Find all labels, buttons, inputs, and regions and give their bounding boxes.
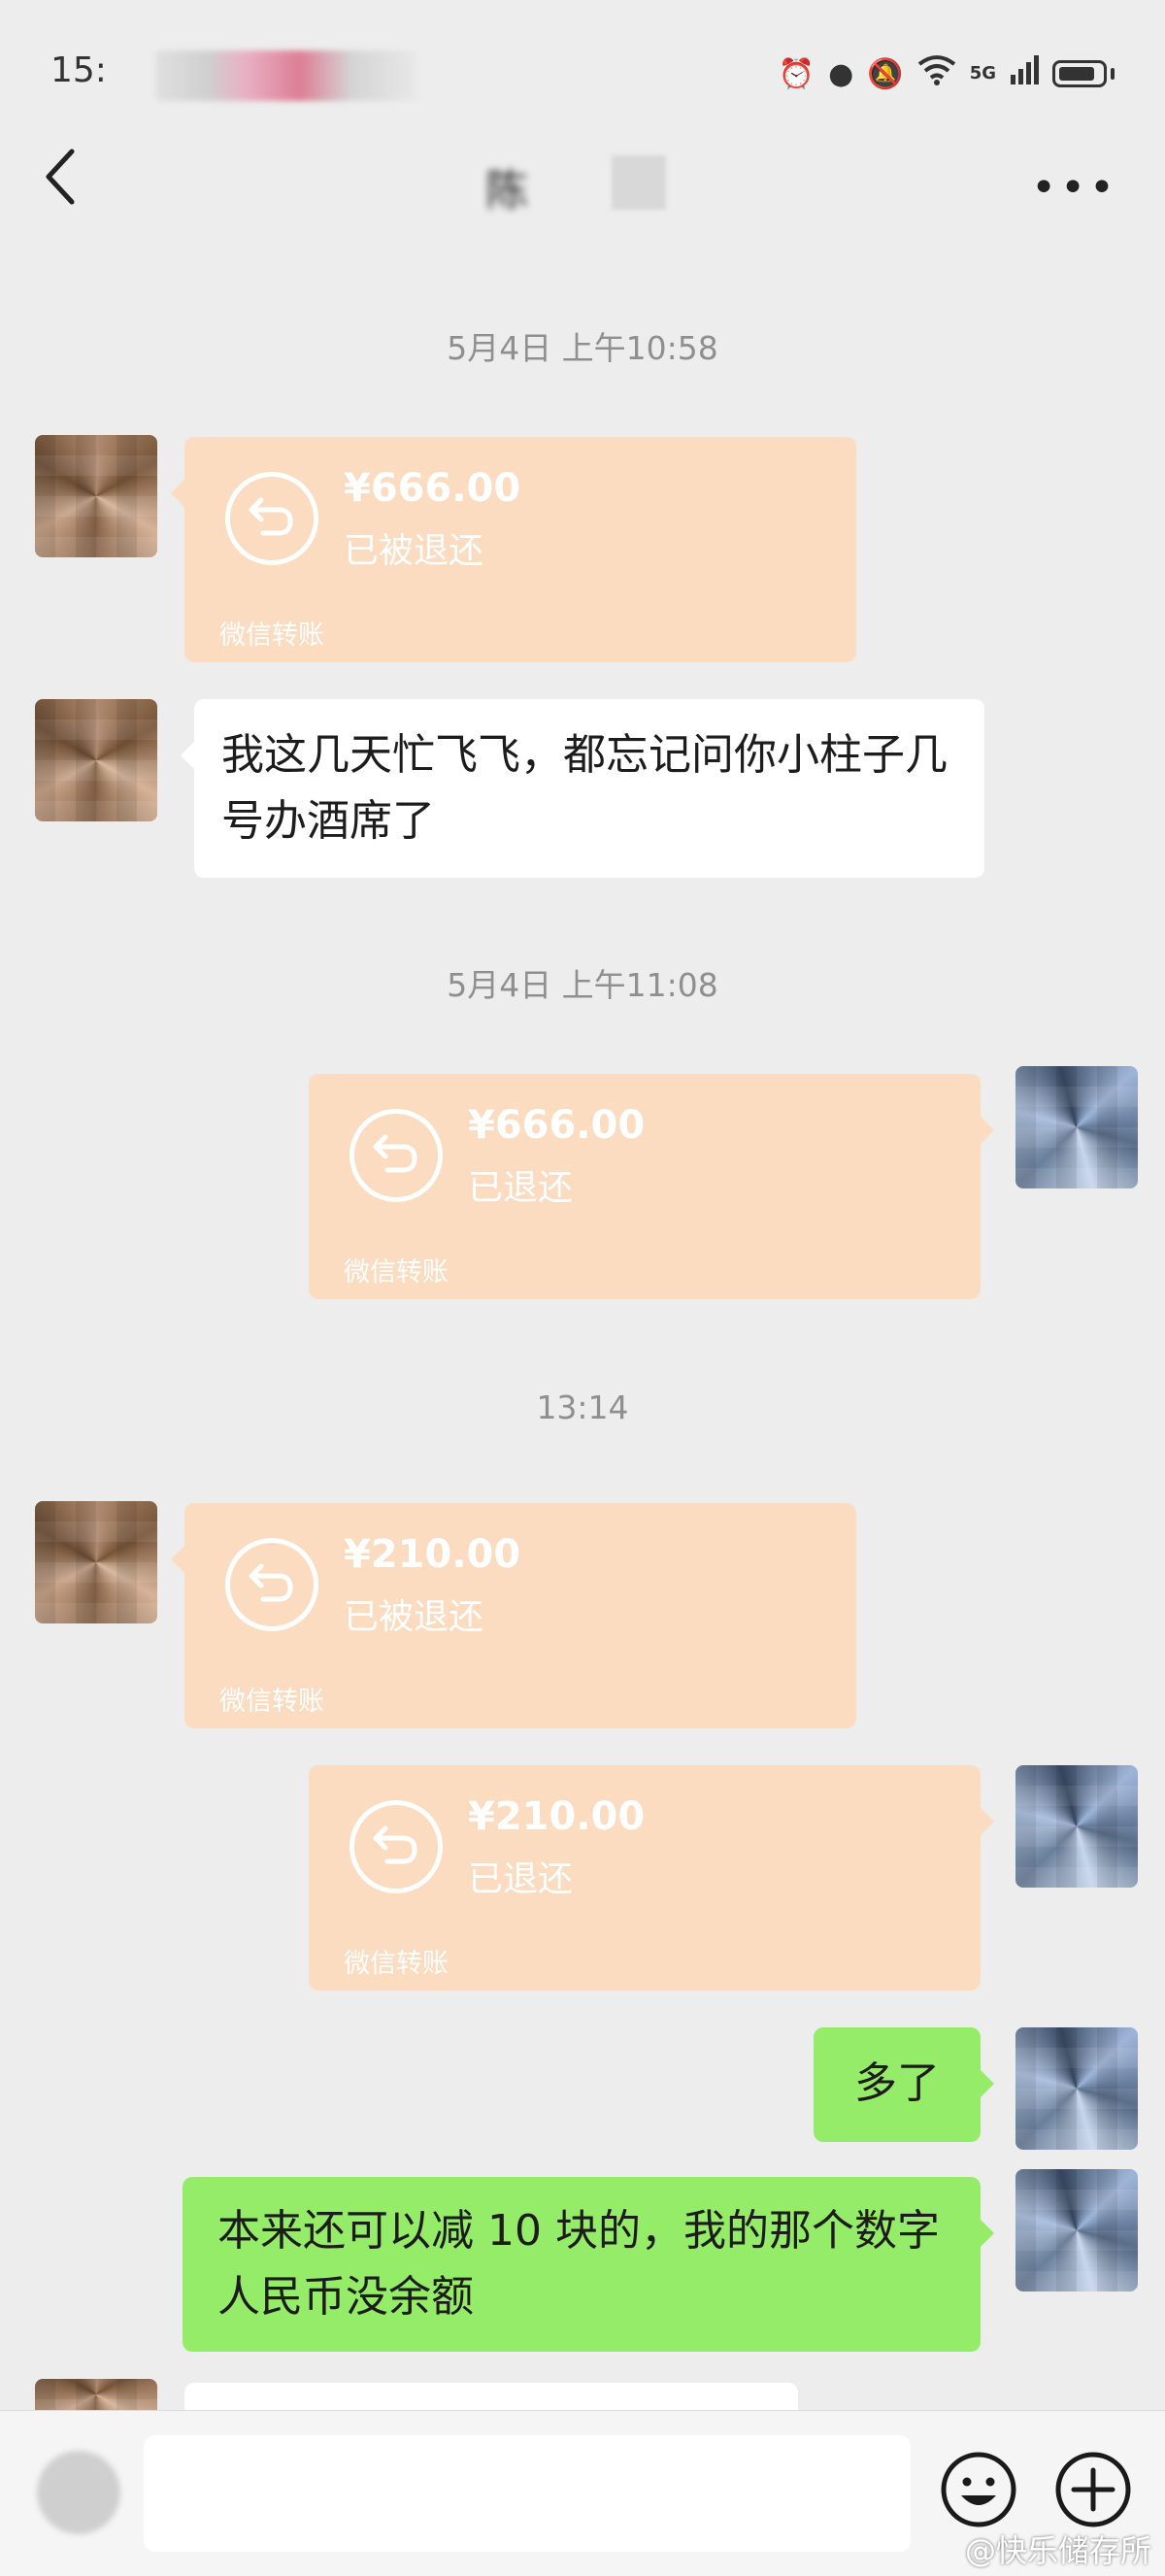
more-icon[interactable]: ••• xyxy=(1031,163,1118,213)
refund-icon xyxy=(350,1109,443,1202)
back-icon[interactable] xyxy=(41,146,89,214)
mute-icon: 🔕 xyxy=(867,56,904,91)
message-bubble[interactable]: 我这几天忙飞飞，都忘记问你小柱子几号办酒席了 xyxy=(181,699,984,878)
transfer-caption: 微信转账 xyxy=(219,1687,324,1717)
refund-icon xyxy=(225,1538,318,1631)
transfer-status: 已退还 xyxy=(468,1168,574,1208)
refund-icon xyxy=(350,1800,443,1893)
signal-icon xyxy=(1010,55,1039,92)
status-time: 15: xyxy=(50,50,107,90)
transfer-caption: 微信转账 xyxy=(344,1257,449,1288)
message-input[interactable] xyxy=(144,2435,911,2552)
status-icons: ⏰ ● 🔕 5G xyxy=(779,54,1115,93)
timestamp: 13:14 xyxy=(536,1388,629,1426)
refund-icon xyxy=(225,472,318,565)
watermark: @快乐储存所 xyxy=(964,2532,1151,2569)
avatar[interactable] xyxy=(35,699,157,821)
voice-icon[interactable] xyxy=(37,2451,120,2534)
transfer-card[interactable]: ¥666.00 已退还 微信转账 xyxy=(309,1074,994,1299)
alarm-icon: ⏰ xyxy=(778,56,816,91)
battery-icon xyxy=(1052,60,1107,87)
battery-tip xyxy=(1111,68,1115,80)
transfer-status: 已被退还 xyxy=(344,1597,484,1637)
avatar[interactable] xyxy=(35,1501,157,1623)
transfer-amount: ¥210.00 xyxy=(468,1794,646,1839)
message-bubble[interactable] xyxy=(184,2383,798,2410)
message-bubble[interactable]: 本来还可以减 10 块的，我的那个数字人民币没余额 xyxy=(183,2177,994,2352)
status-notification-blur xyxy=(155,50,417,101)
plus-icon[interactable] xyxy=(1054,2451,1132,2528)
transfer-amount: ¥666.00 xyxy=(344,466,521,511)
transfer-status: 已退还 xyxy=(468,1859,574,1899)
transfer-card[interactable]: ¥666.00 已被退还 微信转账 xyxy=(171,437,856,662)
avatar[interactable] xyxy=(1015,2169,1138,2292)
avatar[interactable] xyxy=(1015,2027,1138,2150)
chat-title: 陈 xyxy=(485,166,532,216)
network-type: 5G xyxy=(969,63,996,84)
transfer-card[interactable]: ¥210.00 已退还 微信转账 xyxy=(309,1765,994,1991)
message-bubble[interactable]: 多了 xyxy=(814,2027,994,2142)
transfer-amount: ¥210.00 xyxy=(344,1532,521,1577)
title-blur xyxy=(612,155,666,210)
wifi-icon xyxy=(917,54,956,93)
transfer-amount: ¥666.00 xyxy=(468,1103,646,1148)
timestamp: 5月4日 上午11:08 xyxy=(447,966,718,1004)
transfer-caption: 微信转账 xyxy=(219,620,324,651)
avatar[interactable] xyxy=(35,435,157,557)
location-icon: ● xyxy=(828,56,854,91)
avatar[interactable] xyxy=(1015,1765,1138,1888)
transfer-card[interactable]: ¥210.00 已被退还 微信转账 xyxy=(171,1503,856,1728)
timestamp: 5月4日 上午10:58 xyxy=(447,329,718,367)
transfer-status: 已被退还 xyxy=(344,531,484,571)
transfer-caption: 微信转账 xyxy=(344,1949,449,1979)
avatar[interactable] xyxy=(1015,1066,1138,1188)
avatar[interactable] xyxy=(35,2379,157,2410)
emoji-icon[interactable] xyxy=(940,2451,1017,2528)
